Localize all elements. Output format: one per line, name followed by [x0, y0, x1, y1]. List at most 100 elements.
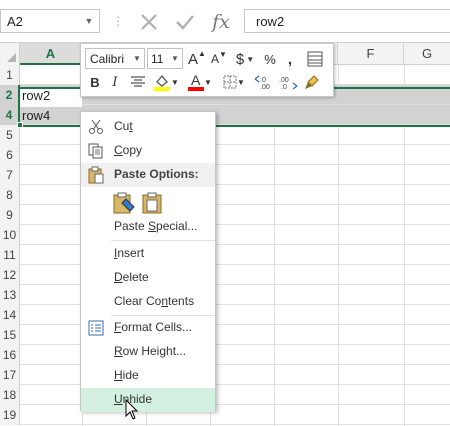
row-header[interactable]: 19 — [0, 405, 20, 425]
table-row[interactable]: 18 — [0, 385, 450, 405]
name-box[interactable]: A2 ▼ — [0, 9, 100, 33]
font-color-button[interactable]: A ▼ — [185, 72, 215, 92]
currency-button[interactable]: $ ▼ — [233, 49, 257, 69]
row-header[interactable]: 1 — [0, 65, 20, 85]
borders-icon — [223, 75, 237, 89]
borders-button[interactable]: ▼ — [221, 72, 247, 92]
menu-item-delete[interactable]: Delete — [81, 266, 215, 290]
align-center-button[interactable] — [129, 72, 147, 92]
menu-item-unhide[interactable]: Unhide — [81, 388, 215, 412]
font-name-box[interactable]: Calibri ▼ — [85, 48, 145, 69]
increase-decimal-button[interactable]: .0.00 — [253, 72, 275, 92]
name-box-value: A2 — [7, 14, 23, 29]
comma-style-button[interactable]: , — [283, 49, 297, 69]
row-header[interactable]: 13 — [0, 285, 20, 305]
table-row[interactable]: 11 — [0, 245, 450, 265]
table-row[interactable]: 9 — [0, 205, 450, 225]
menu-label: Paste Options: — [114, 167, 199, 181]
percent-button[interactable]: % — [261, 49, 279, 69]
more-options-icon: ⋮ — [112, 14, 124, 28]
decrease-font-button[interactable]: A ▼ — [209, 49, 229, 69]
column-header-a[interactable]: A — [20, 43, 82, 65]
row-header[interactable]: 5 — [0, 125, 20, 145]
font-size-box[interactable]: 11 ▼ — [147, 48, 183, 69]
table-row[interactable]: 15 — [0, 325, 450, 345]
menu-item-insert[interactable]: Insert — [81, 242, 215, 266]
menu-item-hide[interactable]: Hide — [81, 364, 215, 388]
svg-text:.00: .00 — [260, 84, 270, 90]
fill-color-button[interactable]: ▼ — [151, 72, 181, 92]
paste-option-keep-formatting[interactable] — [111, 190, 137, 216]
insert-function-button[interactable]: fx — [208, 9, 234, 35]
row-header[interactable]: 6 — [0, 145, 20, 165]
format-painter-button[interactable] — [301, 72, 323, 92]
cell-a2[interactable]: row2 — [22, 88, 50, 103]
font-size-value: 11 — [151, 52, 164, 66]
mini-toolbar: Calibri ▼ 11 ▼ A ▲ A ▼ $ ▼ % , B I ▼ A ▼ ▼ … — [80, 43, 334, 97]
row-header[interactable]: 9 — [0, 205, 20, 225]
row-header[interactable]: 8 — [0, 185, 20, 205]
cell-a4[interactable]: row4 — [22, 108, 50, 123]
menu-label: Hide — [114, 368, 139, 382]
paint-bucket-icon — [154, 74, 171, 91]
table-row[interactable]: 6 — [0, 145, 450, 165]
bold-button[interactable]: B — [87, 72, 103, 92]
column-header-g[interactable]: G — [404, 43, 450, 65]
menu-item-row-height[interactable]: Row Height... — [81, 340, 215, 364]
menu-label: Insert — [114, 246, 145, 260]
paste-formatting-icon — [113, 192, 135, 214]
select-all-button[interactable] — [0, 43, 20, 65]
menu-separator — [111, 240, 215, 241]
table-row[interactable]: 17 — [0, 365, 450, 385]
increase-font-button[interactable]: A ▲ — [187, 49, 207, 69]
row-header[interactable]: 16 — [0, 345, 20, 365]
row-header[interactable]: 10 — [0, 225, 20, 245]
table-row[interactable]: 5 — [0, 125, 450, 145]
format-table-button[interactable] — [305, 49, 325, 69]
italic-button[interactable]: I — [107, 72, 123, 92]
chevron-down-icon[interactable]: ▼ — [170, 52, 180, 66]
svg-text:.0: .0 — [260, 77, 266, 84]
table-row[interactable]: 14 — [0, 305, 450, 325]
chevron-down-icon[interactable]: ▼ — [83, 14, 95, 28]
table-row[interactable]: 16 — [0, 345, 450, 365]
menu-item-copy[interactable]: Copy — [81, 139, 215, 163]
row-header[interactable]: 15 — [0, 325, 20, 345]
row-header[interactable]: 2 — [0, 85, 20, 105]
decrease-decimal-button[interactable]: .00.0 — [277, 72, 299, 92]
menu-item-format-cells[interactable]: Format Cells... — [81, 316, 215, 340]
table-row[interactable]: 8 — [0, 185, 450, 205]
svg-text:.00: .00 — [279, 77, 289, 84]
formula-bar: A2 ▼ ⋮ fx row2 — [0, 0, 450, 43]
cancel-entry-button[interactable] — [136, 9, 162, 35]
row-header[interactable]: 7 — [0, 165, 20, 185]
menu-item-cut[interactable]: Cut — [81, 115, 215, 139]
clipboard-icon — [87, 166, 105, 187]
worksheet-grid[interactable]: A B C D E F G 1 2 4 5 6 7 8 9 10 11 12 1… — [0, 43, 450, 426]
row-header[interactable]: 18 — [0, 385, 20, 405]
menu-label: Cut — [114, 119, 133, 133]
currency-icon: $ — [235, 50, 245, 68]
menu-label: Delete — [114, 270, 149, 284]
table-row[interactable]: 13 — [0, 285, 450, 305]
formula-input[interactable]: row2 — [244, 9, 450, 33]
chevron-down-icon[interactable]: ▼ — [132, 52, 142, 66]
menu-label: Paste Special... — [114, 219, 198, 233]
enter-entry-button[interactable] — [172, 9, 198, 35]
context-menu: Cut Copy Paste Options: Paste Special...… — [80, 111, 216, 412]
table-icon — [307, 51, 323, 67]
paste-option-values[interactable] — [139, 190, 165, 216]
table-row[interactable]: 19 — [0, 405, 450, 425]
table-row[interactable]: 10 — [0, 225, 450, 245]
table-row[interactable]: 7 — [0, 165, 450, 185]
row-header[interactable]: 12 — [0, 265, 20, 285]
row-header[interactable]: 17 — [0, 365, 20, 385]
table-row[interactable]: 12 — [0, 265, 450, 285]
menu-label: Clear Contents — [114, 294, 195, 308]
row-header[interactable]: 11 — [0, 245, 20, 265]
row-header[interactable]: 14 — [0, 305, 20, 325]
column-header-f[interactable]: F — [338, 43, 404, 65]
font-name-value: Calibri — [90, 52, 125, 66]
menu-item-clear-contents[interactable]: Clear Contents — [81, 290, 215, 314]
menu-item-paste-special[interactable]: Paste Special... — [81, 215, 215, 239]
